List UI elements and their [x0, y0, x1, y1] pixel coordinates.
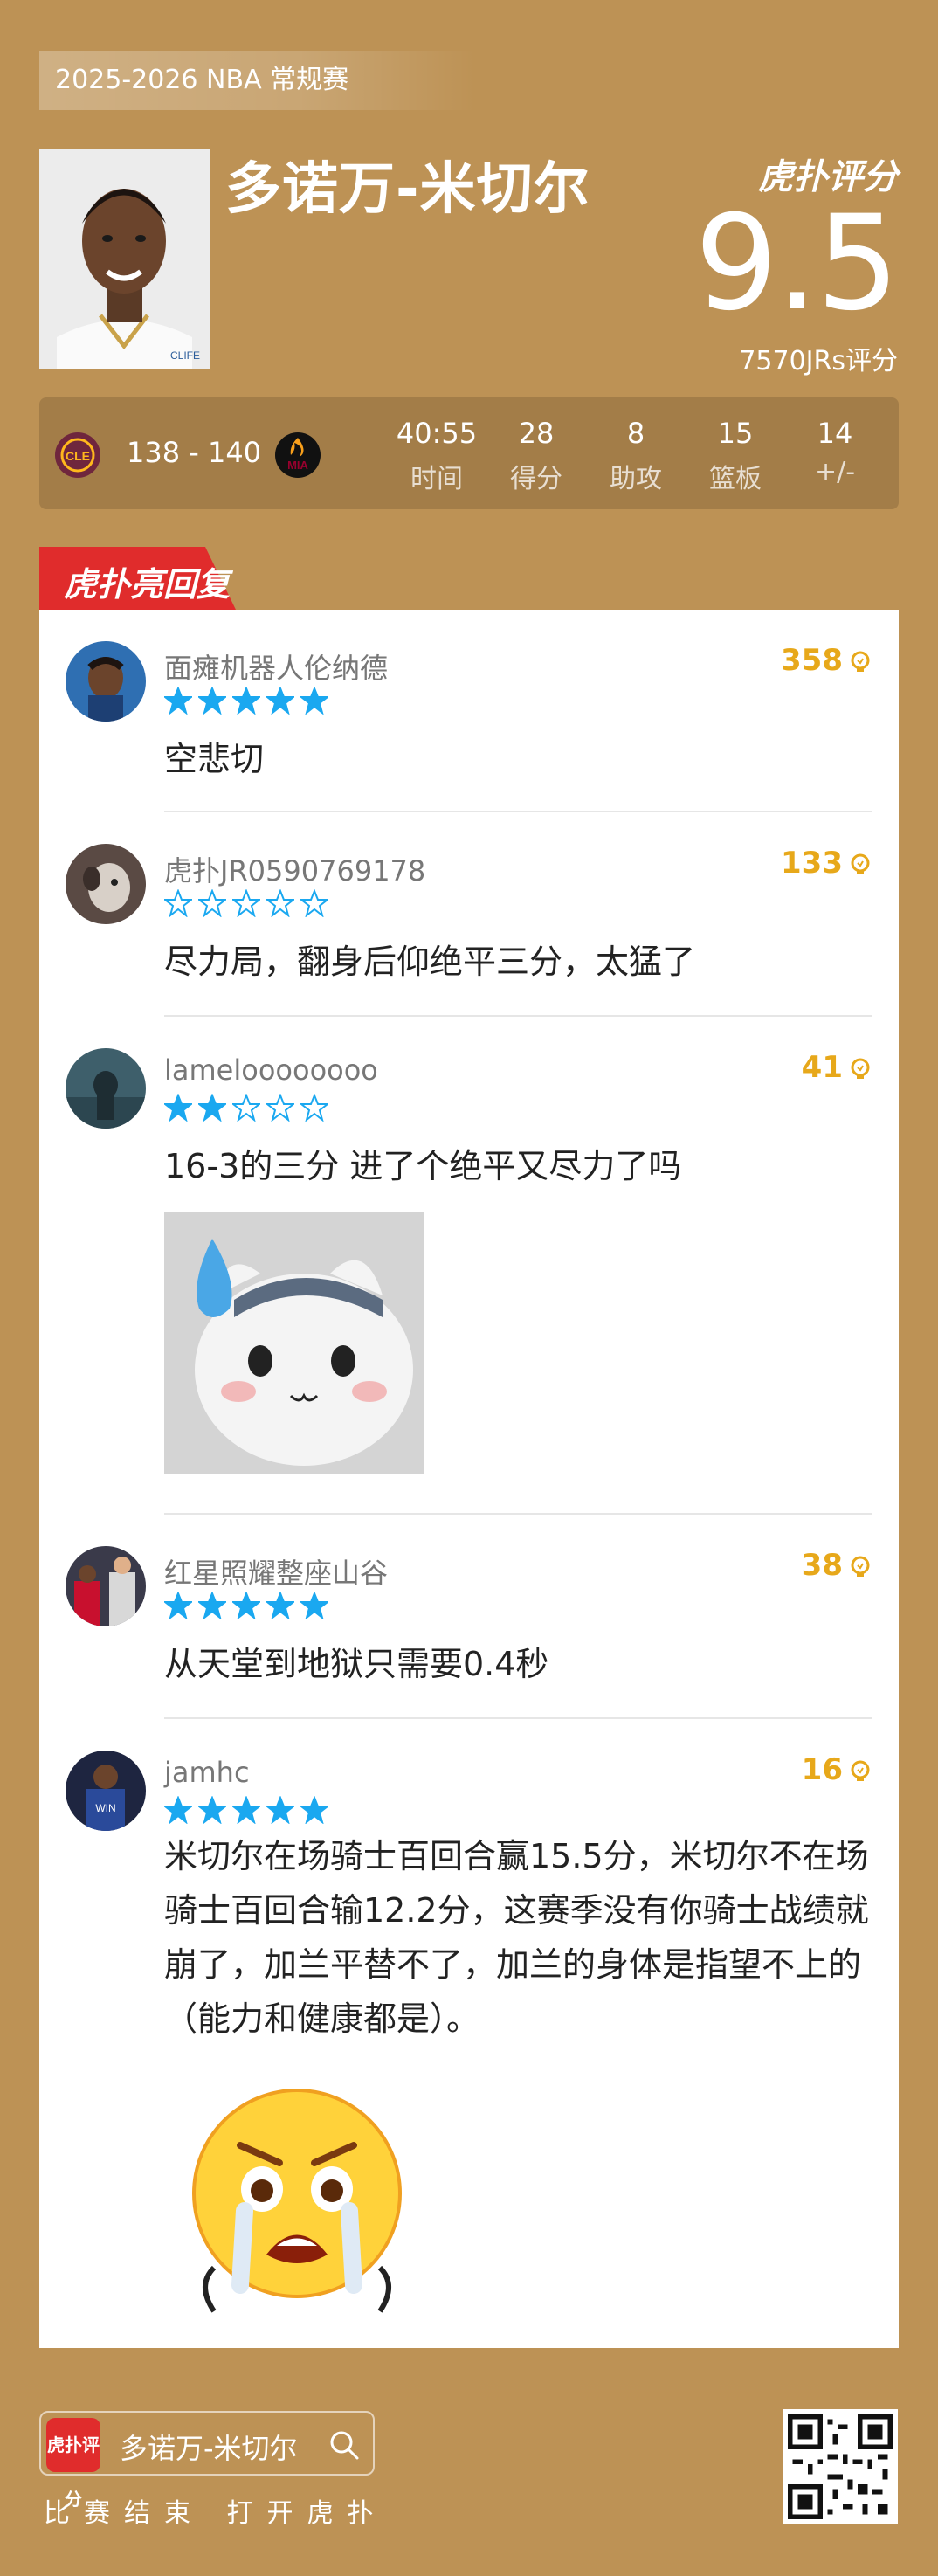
- svg-text:CLIFE: CLIFE: [170, 349, 200, 362]
- search-bar[interactable]: 虎扑评分 多诺万-米切尔: [39, 2411, 375, 2510]
- star-icon: [162, 1093, 194, 1125]
- divider: [164, 811, 872, 812]
- lightbulb-icon: [851, 1760, 870, 1781]
- lightbulb-icon: [851, 1058, 870, 1079]
- avatar[interactable]: [66, 844, 146, 924]
- qr-code[interactable]: [783, 2409, 898, 2524]
- comment-username[interactable]: jamhc: [164, 1756, 250, 1789]
- crying-emoji-image[interactable]: [179, 2084, 415, 2320]
- star-icon: [265, 888, 296, 921]
- lightbulb-icon: [851, 651, 870, 672]
- star-icon: [197, 888, 228, 921]
- svg-text:MIA: MIA: [287, 459, 308, 472]
- game-stat-bar: CLE 138 - 140 MIA 40:55 时间 28 得分 8 助攻 15 篮板 …: [39, 397, 899, 509]
- rating-stars: [162, 1093, 335, 1125]
- comment-text: 空悲切: [164, 740, 265, 778]
- comment-username[interactable]: 虎扑JR0590769178: [164, 849, 425, 889]
- like-count[interactable]: 16: [802, 1752, 872, 1787]
- star-icon: [265, 686, 296, 718]
- search-query-text: 多诺万-米切尔: [120, 2432, 298, 2465]
- divider: [164, 1513, 872, 1515]
- star-icon: [299, 1591, 330, 1623]
- star-icon: [299, 888, 330, 921]
- rating-score: 9.5: [694, 188, 900, 340]
- star-icon: [299, 686, 330, 718]
- star-icon: [162, 1795, 194, 1827]
- star-icon: [265, 1591, 296, 1623]
- rating-stars: [162, 1795, 335, 1827]
- star-icon: [162, 1591, 194, 1623]
- comment-username[interactable]: 红星照耀整座山谷: [164, 1551, 388, 1592]
- stat-plus-minus: 14 +/-: [814, 417, 856, 487]
- comment-text: 16-3的三分 进了个绝平又尽力了吗: [164, 1147, 682, 1185]
- avatar[interactable]: [66, 1546, 146, 1626]
- player-name: 多诺万-米切尔: [225, 157, 590, 222]
- star-icon: [231, 1795, 262, 1827]
- star-icon: [197, 1795, 228, 1827]
- sweat-sticker-image[interactable]: [164, 1212, 424, 1474]
- comment-username[interactable]: 面瘫机器人伦纳德: [164, 646, 388, 687]
- comment-text: 从天堂到地狱只需要0.4秒: [164, 1645, 549, 1683]
- avatar[interactable]: [66, 641, 146, 722]
- avatar[interactable]: [66, 1048, 146, 1129]
- star-icon: [162, 888, 194, 921]
- hupu-app-logo: 虎扑评分: [46, 2418, 100, 2510]
- rating-votes: 7570JRs评分: [739, 346, 898, 376]
- highlight-replies-tag: 虎扑亮回复: [39, 547, 236, 610]
- rating-stars: [162, 686, 335, 718]
- player-avatar: CLIFE: [39, 149, 210, 369]
- comment-username[interactable]: lameloooooooo: [164, 1053, 378, 1087]
- comment-text: 米切尔在场骑士百回合赢15.5分，米切尔不在场骑士百回合输12.2分，这赛季没有…: [164, 1837, 869, 2038]
- like-count[interactable]: 133: [781, 846, 872, 881]
- star-icon: [265, 1795, 296, 1827]
- svg-text:CLE: CLE: [66, 449, 90, 463]
- season-badge: 2025-2026 NBA 常规赛: [39, 51, 476, 110]
- star-icon: [231, 1591, 262, 1623]
- lightbulb-icon: [851, 853, 870, 874]
- svg-text:WIN: WIN: [95, 1802, 115, 1814]
- stat-assists: 8 助攻: [610, 417, 662, 494]
- star-icon: [162, 686, 194, 718]
- star-icon: [299, 1795, 330, 1827]
- divider: [164, 1717, 872, 1719]
- star-icon: [299, 1093, 330, 1125]
- stat-rebounds: 15 篮板: [709, 417, 762, 494]
- game-score: 138 - 140: [127, 436, 262, 469]
- rating-stars: [162, 888, 335, 921]
- star-icon: [231, 686, 262, 718]
- like-count[interactable]: 38: [802, 1548, 872, 1583]
- star-icon: [197, 1591, 228, 1623]
- like-count[interactable]: 41: [802, 1050, 872, 1085]
- star-icon: [265, 1093, 296, 1125]
- highlight-comments-card: 面瘫机器人伦纳德 358 空悲切 虎扑JR0590769178 133 尽力局，…: [39, 610, 899, 2348]
- rating-stars: [162, 1591, 335, 1623]
- lightbulb-icon: [851, 1556, 870, 1577]
- footer-tagline: 比赛结束 打开虎扑: [44, 2498, 388, 2529]
- star-icon: [197, 1093, 228, 1125]
- star-icon: [197, 686, 228, 718]
- stat-minutes: 40:55 时间: [396, 417, 478, 494]
- star-icon: [231, 888, 262, 921]
- like-count[interactable]: 358: [781, 643, 872, 678]
- comment-text: 尽力局，翻身后仰绝平三分，太猛了: [164, 943, 696, 981]
- cavaliers-logo: CLE: [53, 431, 102, 480]
- search-icon[interactable]: [328, 2428, 361, 2462]
- avatar[interactable]: WIN: [66, 1751, 146, 1831]
- divider: [164, 1015, 872, 1017]
- star-icon: [231, 1093, 262, 1125]
- heat-logo: MIA: [273, 431, 322, 480]
- stat-points: 28 得分: [510, 417, 562, 494]
